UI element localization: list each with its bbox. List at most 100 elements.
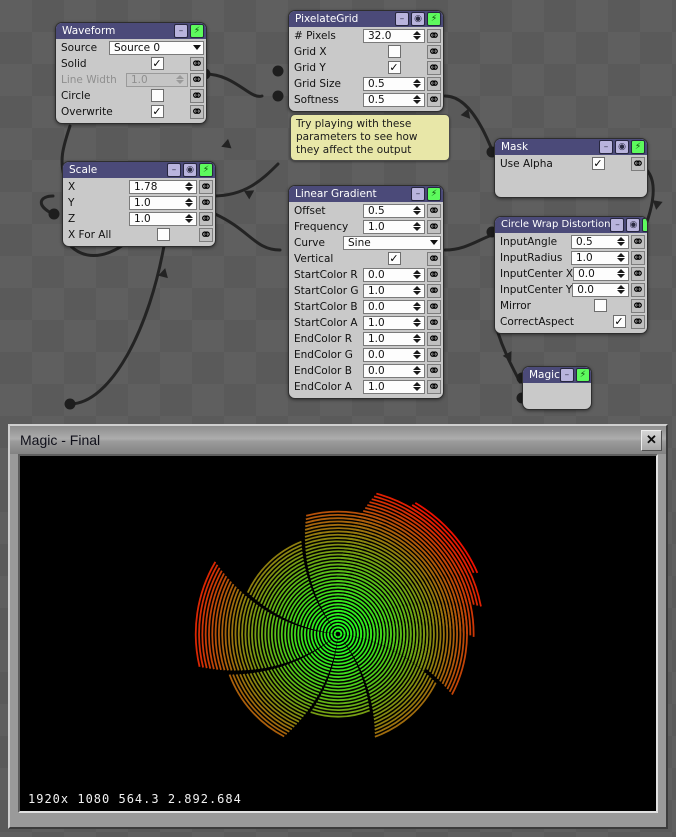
grid-y-checkbox[interactable]: ✓: [387, 61, 401, 74]
link-icon[interactable]: ⚭: [427, 297, 441, 316]
param-row-endcolor-b[interactable]: EndColor B 0.0 ⚭: [291, 361, 441, 380]
link-icon[interactable]: ⚭: [427, 26, 441, 45]
link-icon[interactable]: ⚭: [631, 312, 645, 331]
param-row-vertical[interactable]: Vertical ✓ ⚭: [291, 249, 441, 268]
link-icon[interactable]: ⚭: [427, 217, 441, 236]
param-row-x-for-all[interactable]: X For All ⚭: [65, 225, 213, 244]
circle-icon[interactable]: ◉: [183, 163, 197, 177]
link-icon[interactable]: ⚭: [427, 74, 441, 93]
circle-icon[interactable]: ◉: [411, 12, 425, 26]
link-icon[interactable]: ⚭: [190, 102, 204, 121]
x-field[interactable]: 1.78: [129, 179, 197, 194]
vertical-checkbox[interactable]: ✓: [387, 252, 401, 265]
link-icon[interactable]: ⚭: [631, 280, 645, 299]
node-mask[interactable]: Mask – ◉ ⚡ Use Alpha ✓ ⚭: [494, 138, 648, 198]
minus-icon[interactable]: –: [174, 24, 188, 38]
node-linear-gradient[interactable]: Linear Gradient – ⚡ Offset 0.5 ⚭ Frequen…: [288, 185, 444, 399]
node-header[interactable]: PixelateGrid – ◉ ⚡: [289, 11, 443, 27]
link-icon[interactable]: ⚭: [190, 86, 204, 105]
link-icon[interactable]: ⚭: [199, 209, 213, 228]
bolt-icon[interactable]: ⚡: [631, 140, 645, 154]
node-header[interactable]: Linear Gradient – ⚡: [289, 186, 443, 202]
startcolor-a-field[interactable]: 1.0: [363, 315, 425, 330]
source-dropdown[interactable]: Source 0: [109, 40, 204, 55]
softness-field[interactable]: 0.5: [363, 92, 425, 107]
link-icon[interactable]: ⚭: [631, 232, 645, 251]
minus-icon[interactable]: –: [610, 218, 625, 232]
stepper-icon[interactable]: [411, 350, 424, 359]
stepper-icon[interactable]: [615, 269, 628, 278]
node-circle-wrap-distortion[interactable]: Circle Wrap Distortion – ◉ ⚡ InputAngle …: [494, 216, 648, 334]
link-icon[interactable]: ⚭: [427, 201, 441, 220]
stepper-icon[interactable]: [615, 285, 628, 294]
stepper-icon[interactable]: [411, 318, 424, 327]
input-angle-field[interactable]: 0.5: [571, 234, 629, 249]
endcolor-g-field[interactable]: 0.0: [363, 347, 425, 362]
node-header[interactable]: Circle Wrap Distortion – ◉ ⚡: [495, 217, 647, 233]
input-center-y-field[interactable]: 0.0: [572, 282, 629, 297]
link-icon[interactable]: ⚭: [427, 58, 441, 77]
frequency-field[interactable]: 1.0: [363, 219, 425, 234]
solid-checkbox[interactable]: ✓: [150, 57, 164, 70]
node-header[interactable]: Mask – ◉ ⚡: [495, 139, 647, 155]
link-icon[interactable]: ⚭: [427, 281, 441, 300]
link-icon[interactable]: ⚭: [427, 42, 441, 61]
endcolor-r-field[interactable]: 1.0: [363, 331, 425, 346]
node-header[interactable]: Waveform – ⚡: [56, 23, 206, 39]
node-header[interactable]: Scale – ◉ ⚡: [63, 162, 215, 178]
link-icon[interactable]: ⚭: [199, 193, 213, 212]
node-pixelategrid[interactable]: PixelateGrid – ◉ ⚡ # Pixels 32.0 ⚭ Grid …: [288, 10, 444, 112]
param-row-endcolor-a[interactable]: EndColor A 1.0 ⚭: [291, 377, 441, 396]
minus-icon[interactable]: –: [395, 12, 409, 26]
bolt-icon[interactable]: ⚡: [575, 368, 590, 382]
startcolor-g-field[interactable]: 1.0: [363, 283, 425, 298]
link-icon[interactable]: ⚭: [427, 361, 441, 380]
link-icon[interactable]: ⚭: [190, 54, 204, 73]
bolt-icon[interactable]: ⚡: [199, 163, 213, 177]
param-row-startcolor-b[interactable]: StartColor B 0.0 ⚭: [291, 297, 441, 316]
node-waveform[interactable]: Waveform – ⚡ Source Source 0 Solid ✓ ⚭ L…: [55, 22, 207, 124]
link-icon[interactable]: ⚭: [631, 296, 645, 315]
node-header[interactable]: Magic – ⚡: [523, 367, 591, 383]
param-row-input-radius[interactable]: InputRadius 1.0 ⚭: [497, 248, 645, 267]
param-row-use-alpha[interactable]: Use Alpha ✓ ⚭: [497, 154, 645, 173]
param-row-input-center-x[interactable]: InputCenter X 0.0 ⚭: [497, 264, 645, 283]
stepper-icon[interactable]: [615, 253, 628, 262]
link-icon[interactable]: ⚭: [199, 177, 213, 196]
link-icon[interactable]: ⚭: [631, 154, 645, 173]
bolt-icon[interactable]: ⚡: [427, 187, 441, 201]
grid-x-checkbox[interactable]: [387, 45, 401, 58]
param-row-endcolor-r[interactable]: EndColor R 1.0 ⚭: [291, 329, 441, 348]
link-icon[interactable]: ⚭: [427, 90, 441, 109]
link-icon[interactable]: ⚭: [427, 329, 441, 348]
param-row-num-pixels[interactable]: # Pixels 32.0 ⚭: [291, 26, 441, 45]
param-row-solid[interactable]: Solid ✓ ⚭: [58, 54, 204, 73]
param-row-input-center-y[interactable]: InputCenter Y 0.0 ⚭: [497, 280, 645, 299]
stepper-icon[interactable]: [411, 334, 424, 343]
param-row-source[interactable]: Source Source 0: [58, 40, 204, 55]
startcolor-r-field[interactable]: 0.0: [363, 267, 425, 282]
stepper-icon[interactable]: [411, 95, 424, 104]
link-icon[interactable]: ⚭: [631, 264, 645, 283]
param-row-correct-aspect[interactable]: CorrectAspect ✓ ⚭: [497, 312, 645, 331]
stepper-icon[interactable]: [411, 286, 424, 295]
minus-icon[interactable]: –: [411, 187, 425, 201]
link-icon[interactable]: ⚭: [427, 265, 441, 284]
param-row-startcolor-r[interactable]: StartColor R 0.0 ⚭: [291, 265, 441, 284]
param-row-z[interactable]: Z 1.0 ⚭: [65, 209, 213, 228]
param-row-startcolor-a[interactable]: StartColor A 1.0 ⚭: [291, 313, 441, 332]
stepper-icon[interactable]: [411, 79, 424, 88]
minus-icon[interactable]: –: [167, 163, 181, 177]
link-icon[interactable]: ⚭: [427, 345, 441, 364]
stepper-icon[interactable]: [411, 270, 424, 279]
stepper-icon[interactable]: [411, 222, 424, 231]
param-row-frequency[interactable]: Frequency 1.0 ⚭: [291, 217, 441, 236]
stepper-icon[interactable]: [183, 198, 196, 207]
close-icon[interactable]: ✕: [641, 429, 662, 451]
circle-icon[interactable]: ◉: [615, 140, 629, 154]
minus-icon[interactable]: –: [559, 368, 574, 382]
param-row-startcolor-g[interactable]: StartColor G 1.0 ⚭: [291, 281, 441, 300]
param-row-y[interactable]: Y 1.0 ⚭: [65, 193, 213, 212]
mirror-checkbox[interactable]: [593, 299, 607, 312]
link-icon[interactable]: ⚭: [427, 313, 441, 332]
